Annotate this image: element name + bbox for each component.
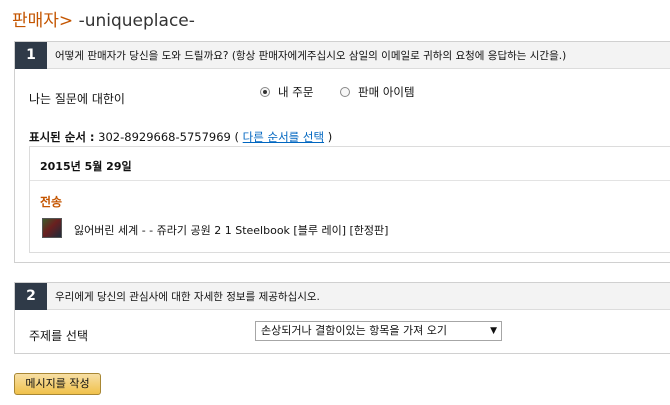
- radio-selected-icon: [260, 87, 270, 97]
- seller-name: -uniqueplace-: [78, 11, 195, 31]
- order-paren-open: (: [234, 130, 240, 144]
- section-2-header: 2 우리에게 당신의 관심사에 대한 자세한 정보를 제공하십시오.: [15, 283, 670, 310]
- section-1: 1 어떻게 판매자가 당신을 도와 드릴까요? (항상 판매자에게주십시오 삼일…: [14, 41, 670, 263]
- section-1-title: 어떻게 판매자가 당신을 도와 드릴까요? (항상 판매자에게주십시오 삼일의 …: [55, 50, 567, 62]
- radio-sale-item[interactable]: 판매 아이템: [340, 84, 415, 100]
- product-thumbnail: [42, 218, 62, 238]
- section-1-header: 1 어떻게 판매자가 당신을 도와 드릴까요? (항상 판매자에게주십시오 삼일…: [15, 42, 670, 69]
- section-2: 2 우리에게 당신의 관심사에 대한 자세한 정보를 제공하십시오. 주제를 선…: [14, 282, 670, 354]
- question-label: 나는 질문에 대한이: [29, 92, 125, 106]
- topic-select-value: 손상되거나 결함이있는 항목을 가져 오기: [261, 324, 448, 337]
- order-paren-close: ): [327, 130, 333, 144]
- radio-my-order[interactable]: 내 주문: [260, 84, 313, 100]
- dropdown-caret-icon: ▼: [490, 326, 497, 336]
- topic-label: 주제를 선택: [29, 329, 89, 343]
- divider: [30, 180, 670, 181]
- change-order-link[interactable]: 다른 순서를 선택: [243, 130, 324, 144]
- item-title: 잃어버린 세계 - - 쥬라기 공원 2 1 Steelbook [블루 레이]…: [74, 224, 389, 237]
- radio-unselected-icon: [340, 87, 350, 97]
- shipping-label: 전송: [40, 195, 63, 209]
- topic-select[interactable]: 손상되거나 결함이있는 항목을 가져 오기 ▼: [255, 321, 502, 341]
- write-message-button[interactable]: 메시지를 작성: [14, 373, 101, 395]
- order-line: 표시된 순서 : 302-8929668-5757969 ( 다른 순서를 선택…: [29, 129, 332, 145]
- order-label: 표시된 순서 :: [29, 130, 95, 144]
- order-details: 2015년 5월 29일 전송 잃어버린 세계 - - 쥬라기 공원 2 1 S…: [29, 146, 670, 253]
- order-date: 2015년 5월 29일: [40, 160, 132, 173]
- page-title: 판매자> -uniqueplace-: [12, 6, 195, 31]
- radio-sale-item-label: 판매 아이템: [358, 85, 415, 99]
- section-1-number: 1: [15, 42, 47, 69]
- seller-label: 판매자>: [12, 11, 74, 31]
- section-2-title: 우리에게 당신의 관심사에 대한 자세한 정보를 제공하십시오.: [55, 291, 320, 303]
- radio-my-order-label: 내 주문: [278, 85, 314, 99]
- section-2-number: 2: [15, 283, 47, 310]
- order-number: 302-8929668-5757969: [98, 130, 231, 144]
